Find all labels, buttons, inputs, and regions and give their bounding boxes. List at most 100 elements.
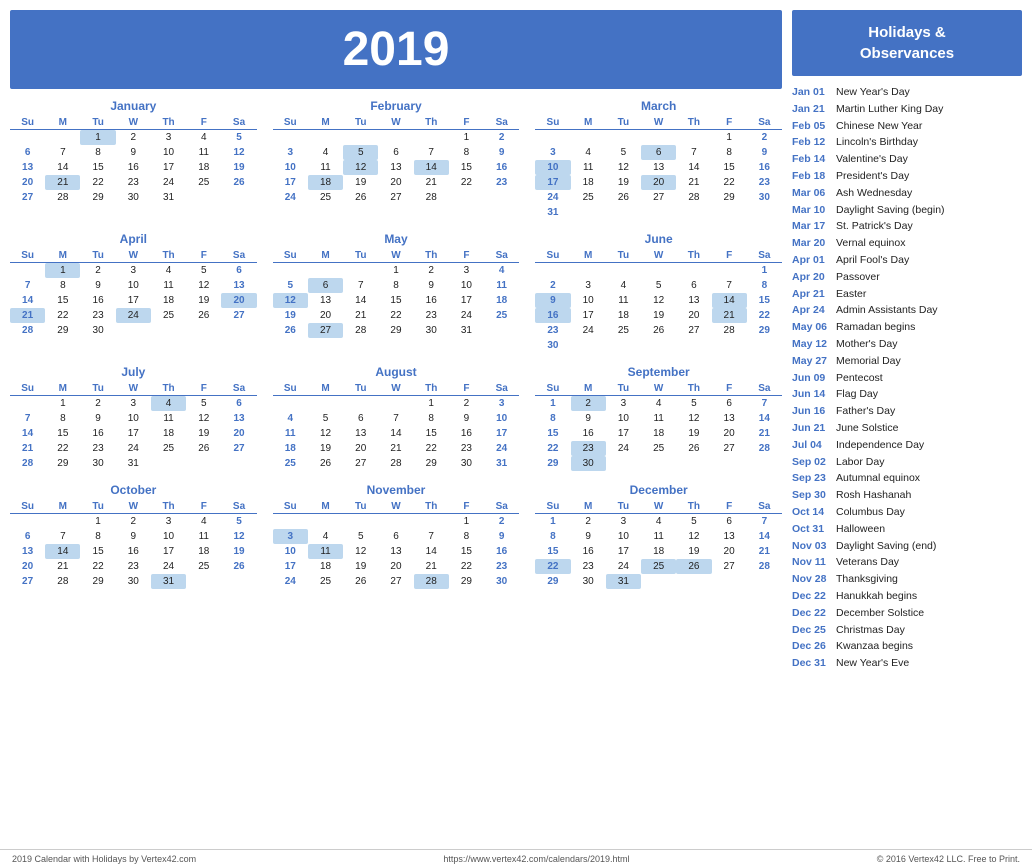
cal-day: 7 <box>45 145 80 160</box>
month-block-october: OctoberSuMTuWThFSa1234567891011121314151… <box>10 483 257 589</box>
cal-day <box>221 456 256 471</box>
cal-day <box>641 130 676 146</box>
day-header-th: Th <box>414 500 449 514</box>
day-header-f: F <box>712 382 747 396</box>
day-header-sa: Sa <box>221 382 256 396</box>
cal-day: 7 <box>343 278 378 293</box>
cal-table: SuMTuWThFSa12345678910111213141516171819… <box>535 116 782 220</box>
cal-day: 13 <box>10 544 45 559</box>
cal-day: 1 <box>449 514 484 530</box>
cal-day: 5 <box>273 278 308 293</box>
day-header-w: W <box>378 500 413 514</box>
cal-day <box>676 205 711 220</box>
day-header-sa: Sa <box>221 500 256 514</box>
cal-day: 30 <box>414 323 449 338</box>
month-block-august: AugustSuMTuWThFSa12345678910111213141516… <box>273 365 520 471</box>
cal-day <box>343 130 378 146</box>
cal-day: 31 <box>484 456 519 471</box>
holiday-date: May 06 <box>792 319 830 336</box>
cal-day: 25 <box>606 323 641 338</box>
holiday-item: Sep 30Rosh Hashanah <box>792 487 1022 504</box>
cal-day: 24 <box>273 190 308 205</box>
holiday-date: Feb 12 <box>792 134 830 151</box>
cal-day: 21 <box>10 308 45 323</box>
cal-day: 15 <box>535 544 570 559</box>
cal-table: SuMTuWThFSa12345678910111213141516171819… <box>10 500 257 589</box>
cal-day: 6 <box>10 145 45 160</box>
cal-day: 15 <box>80 544 115 559</box>
cal-table: SuMTuWThFSa12345678910111213141516171819… <box>10 116 257 205</box>
cal-day: 19 <box>343 559 378 574</box>
cal-day: 8 <box>414 411 449 426</box>
day-header-f: F <box>186 382 221 396</box>
cal-day: 27 <box>712 441 747 456</box>
day-header-su: Su <box>10 116 45 130</box>
cal-day: 24 <box>151 175 186 190</box>
month-block-june: JuneSuMTuWThFSa1234567891011121314151617… <box>535 232 782 353</box>
cal-day: 16 <box>484 544 519 559</box>
cal-day: 15 <box>45 293 80 308</box>
cal-day: 27 <box>221 308 256 323</box>
cal-day: 24 <box>606 441 641 456</box>
cal-day: 23 <box>484 559 519 574</box>
cal-day <box>378 514 413 530</box>
holiday-date: Jun 16 <box>792 403 830 420</box>
cal-day: 15 <box>712 160 747 175</box>
day-header-m: M <box>45 116 80 130</box>
day-header-sa: Sa <box>484 382 519 396</box>
cal-day: 24 <box>273 574 308 589</box>
cal-day: 6 <box>10 529 45 544</box>
holiday-item: Jun 16Father's Day <box>792 403 1022 420</box>
cal-day: 22 <box>378 308 413 323</box>
month-title: April <box>10 232 257 246</box>
cal-day: 27 <box>378 190 413 205</box>
cal-day <box>712 263 747 279</box>
holiday-name: December Solstice <box>836 605 924 622</box>
cal-day: 9 <box>535 293 570 308</box>
cal-day <box>343 396 378 412</box>
cal-day: 17 <box>449 293 484 308</box>
cal-day: 15 <box>45 426 80 441</box>
cal-day: 18 <box>273 441 308 456</box>
day-header-f: F <box>449 382 484 396</box>
cal-day: 19 <box>221 160 256 175</box>
day-header-m: M <box>571 500 606 514</box>
holiday-item: Feb 12Lincoln's Birthday <box>792 134 1022 151</box>
day-header-th: Th <box>151 500 186 514</box>
cal-day: 20 <box>378 175 413 190</box>
cal-day: 5 <box>186 396 221 412</box>
holiday-name: April Fool's Day <box>836 252 909 269</box>
cal-day: 5 <box>343 145 378 160</box>
day-header-f: F <box>712 500 747 514</box>
day-header-tu: Tu <box>343 249 378 263</box>
calendar-section: 2019 JanuarySuMTuWThFSa12345678910111213… <box>10 10 782 835</box>
cal-day: 2 <box>449 396 484 412</box>
cal-day: 5 <box>606 145 641 160</box>
cal-day: 12 <box>606 160 641 175</box>
footer-left: 2019 Calendar with Holidays by Vertex42.… <box>12 854 196 864</box>
cal-day: 1 <box>80 130 115 146</box>
cal-day <box>414 514 449 530</box>
cal-day: 21 <box>45 175 80 190</box>
cal-day: 12 <box>676 529 711 544</box>
cal-day: 28 <box>747 441 782 456</box>
cal-day: 22 <box>747 308 782 323</box>
day-header-su: Su <box>535 249 570 263</box>
cal-day <box>10 396 45 412</box>
holiday-item: Jun 14Flag Day <box>792 386 1022 403</box>
day-header-th: Th <box>151 116 186 130</box>
day-header-tu: Tu <box>80 116 115 130</box>
month-block-september: SeptemberSuMTuWThFSa12345678910111213141… <box>535 365 782 471</box>
cal-day: 7 <box>712 278 747 293</box>
day-header-f: F <box>186 116 221 130</box>
holiday-name: Labor Day <box>836 454 884 471</box>
cal-day: 17 <box>606 426 641 441</box>
cal-day <box>186 323 221 338</box>
cal-day: 26 <box>221 559 256 574</box>
cal-day: 20 <box>712 544 747 559</box>
cal-day: 29 <box>747 323 782 338</box>
cal-day: 29 <box>449 574 484 589</box>
sidebar-header: Holidays &Observances <box>792 10 1022 76</box>
day-header-m: M <box>45 382 80 396</box>
cal-day: 6 <box>308 278 343 293</box>
